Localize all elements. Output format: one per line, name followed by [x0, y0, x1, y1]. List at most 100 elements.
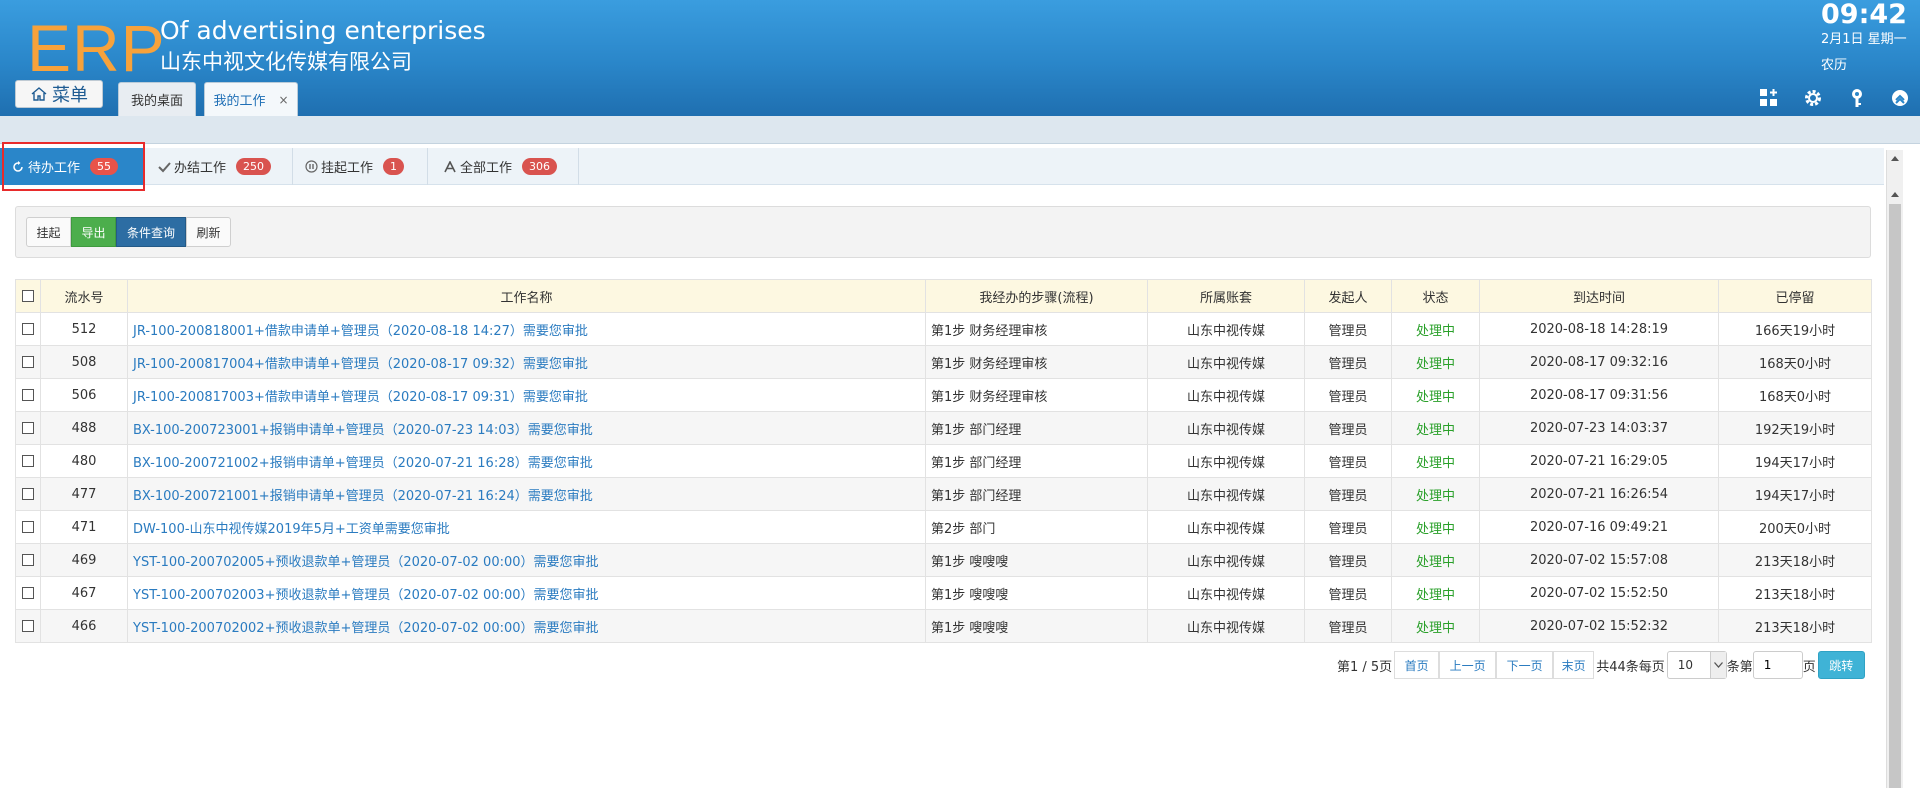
work-name-link[interactable]: JR-100-200818001+借款申请单+管理员（2020-08-18 14…: [127, 312, 926, 346]
table-row[interactable]: 488 BX-100-200723001+报销申请单+管理员（2020-07-2…: [15, 411, 1872, 445]
tab-finished-work[interactable]: 办结工作 250: [144, 148, 293, 185]
grid-add-icon[interactable]: [1757, 86, 1781, 110]
tab-all-work[interactable]: 全部工作 306: [428, 148, 579, 185]
work-name-link[interactable]: YST-100-200702005+预收退款单+管理员（2020-07-02 0…: [127, 543, 926, 577]
page-number-input[interactable]: [1752, 651, 1803, 679]
row-select-cell[interactable]: [15, 609, 41, 643]
next-page-button[interactable]: 下一页: [1496, 651, 1554, 679]
status-cell: 处理中: [1391, 411, 1480, 445]
gear-icon[interactable]: [1801, 86, 1825, 110]
step-cell: 第1步 部门经理: [925, 477, 1148, 511]
arrive-time-cell: 2020-07-21 16:29:05: [1479, 444, 1719, 478]
table-row[interactable]: 466 YST-100-200702002+预收退款单+管理员（2020-07-…: [15, 609, 1872, 643]
step-cell: 第1步 嗖嗖嗖: [925, 609, 1148, 643]
chevron-down-icon: [1709, 652, 1726, 678]
count-badge: 250: [236, 158, 272, 175]
work-name-link[interactable]: DW-100-山东中视传媒2019年5月+工资单需要您审批: [127, 510, 926, 544]
check-icon: [158, 161, 172, 173]
per-page-select[interactable]: 10: [1666, 651, 1727, 679]
menu-button[interactable]: 菜单: [15, 80, 103, 108]
arrive-time-cell: 2020-07-23 14:03:37: [1479, 411, 1719, 445]
status-cell: 处理中: [1391, 477, 1480, 511]
count-badge: 1: [383, 158, 405, 175]
work-name-link[interactable]: BX-100-200721002+报销申请单+管理员（2020-07-21 16…: [127, 444, 926, 478]
table-row[interactable]: 471 DW-100-山东中视传媒2019年5月+工资单需要您审批 第2步 部门…: [15, 510, 1872, 544]
table-row[interactable]: 506 JR-100-200817003+借款申请单+管理员（2020-08-1…: [15, 378, 1872, 412]
company-name-cn: 山东中视文化传媒有限公司: [160, 50, 412, 74]
row-select-cell[interactable]: [15, 477, 41, 511]
table-row[interactable]: 477 BX-100-200721001+报销申请单+管理员（2020-07-2…: [15, 477, 1872, 511]
row-select-cell[interactable]: [15, 576, 41, 610]
table-row[interactable]: 512 JR-100-200818001+借款申请单+管理员（2020-08-1…: [15, 312, 1872, 346]
scrollbar-thumb[interactable]: [1889, 204, 1901, 788]
tab-label: 我的工作: [213, 94, 266, 109]
stay-duration-cell: 192天19小时: [1718, 411, 1872, 445]
row-checkbox[interactable]: [22, 587, 34, 599]
step-cell: 第2步 部门: [925, 510, 1148, 544]
row-select-cell[interactable]: [15, 444, 41, 478]
initiator-cell: 管理员: [1304, 345, 1392, 379]
scroll-up-icon[interactable]: [1887, 150, 1903, 166]
tab-suspended-work[interactable]: 挂起工作 1: [293, 148, 428, 185]
pagination: 第1 / 5页 首页 上一页 下一页 末页 共44条每页 10 条第 页 跳转: [1337, 650, 1865, 680]
select-all-checkbox[interactable]: [22, 290, 34, 302]
row-checkbox[interactable]: [22, 356, 34, 368]
initiator-cell: 管理员: [1304, 312, 1392, 346]
work-name-link[interactable]: BX-100-200721001+报销申请单+管理员（2020-07-21 16…: [127, 477, 926, 511]
condition-query-button[interactable]: 条件查询: [116, 217, 186, 247]
tab-my-desktop[interactable]: 我的桌面: [118, 82, 196, 116]
serial-number: 508: [40, 345, 128, 379]
work-name-link[interactable]: BX-100-200723001+报销申请单+管理员（2020-07-23 14…: [127, 411, 926, 445]
tab-label: 待办工作: [28, 161, 81, 176]
key-icon[interactable]: [1845, 86, 1869, 110]
prev-page-button[interactable]: 上一页: [1439, 651, 1497, 679]
export-button[interactable]: 导出: [71, 217, 116, 247]
row-select-cell[interactable]: [15, 312, 41, 346]
work-name-link[interactable]: YST-100-200702002+预收退款单+管理员（2020-07-02 0…: [127, 609, 926, 643]
table-row[interactable]: 480 BX-100-200721002+报销申请单+管理员（2020-07-2…: [15, 444, 1872, 478]
row-select-cell[interactable]: [15, 345, 41, 379]
row-checkbox[interactable]: [22, 488, 34, 500]
column-header: 流水号: [40, 279, 128, 313]
table-row[interactable]: 508 JR-100-200817004+借款申请单+管理员（2020-08-1…: [15, 345, 1872, 379]
work-name-link[interactable]: JR-100-200817004+借款申请单+管理员（2020-08-17 09…: [127, 345, 926, 379]
row-select-cell[interactable]: [15, 411, 41, 445]
table-row[interactable]: 469 YST-100-200702005+预收退款单+管理员（2020-07-…: [15, 543, 1872, 577]
row-checkbox[interactable]: [22, 323, 34, 335]
work-name-link[interactable]: YST-100-200702003+预收退款单+管理员（2020-07-02 0…: [127, 576, 926, 610]
collapse-up-icon[interactable]: [1888, 86, 1912, 110]
close-icon[interactable]: ×: [278, 93, 288, 107]
table-row[interactable]: 467 YST-100-200702003+预收退款单+管理员（2020-07-…: [15, 576, 1872, 610]
scroll-up-icon[interactable]: [1887, 186, 1903, 202]
work-name-link[interactable]: JR-100-200817003+借款申请单+管理员（2020-08-17 09…: [127, 378, 926, 412]
row-checkbox[interactable]: [22, 455, 34, 467]
count-badge: 306: [522, 158, 558, 175]
row-checkbox[interactable]: [22, 389, 34, 401]
tab-pending-work[interactable]: 待办工作 55: [0, 148, 144, 185]
initiator-cell: 管理员: [1304, 378, 1392, 412]
row-select-cell[interactable]: [15, 543, 41, 577]
vertical-scrollbar[interactable]: [1886, 150, 1903, 788]
arrive-time-cell: 2020-08-18 14:28:19: [1479, 312, 1719, 346]
action-toolbar: 挂起 导出 条件查询 刷新: [15, 206, 1871, 258]
first-page-button[interactable]: 首页: [1394, 651, 1440, 679]
column-header: 所属账套: [1147, 279, 1305, 313]
initiator-cell: 管理员: [1304, 477, 1392, 511]
tab-my-work[interactable]: 我的工作 ×: [204, 82, 298, 116]
tab-label: 办结工作: [174, 161, 227, 176]
step-cell: 第1步 嗖嗖嗖: [925, 543, 1148, 577]
select-all-cell[interactable]: [15, 279, 41, 313]
jump-button[interactable]: 跳转: [1817, 651, 1865, 679]
serial-number: 467: [40, 576, 128, 610]
row-checkbox[interactable]: [22, 521, 34, 533]
refresh-icon: [12, 160, 26, 173]
account-cell: 山东中视传媒: [1147, 510, 1305, 544]
row-select-cell[interactable]: [15, 378, 41, 412]
row-select-cell[interactable]: [15, 510, 41, 544]
row-checkbox[interactable]: [22, 620, 34, 632]
suspend-button[interactable]: 挂起: [26, 217, 71, 247]
row-checkbox[interactable]: [22, 554, 34, 566]
last-page-button[interactable]: 末页: [1553, 651, 1595, 679]
row-checkbox[interactable]: [22, 422, 34, 434]
refresh-button[interactable]: 刷新: [186, 217, 231, 247]
